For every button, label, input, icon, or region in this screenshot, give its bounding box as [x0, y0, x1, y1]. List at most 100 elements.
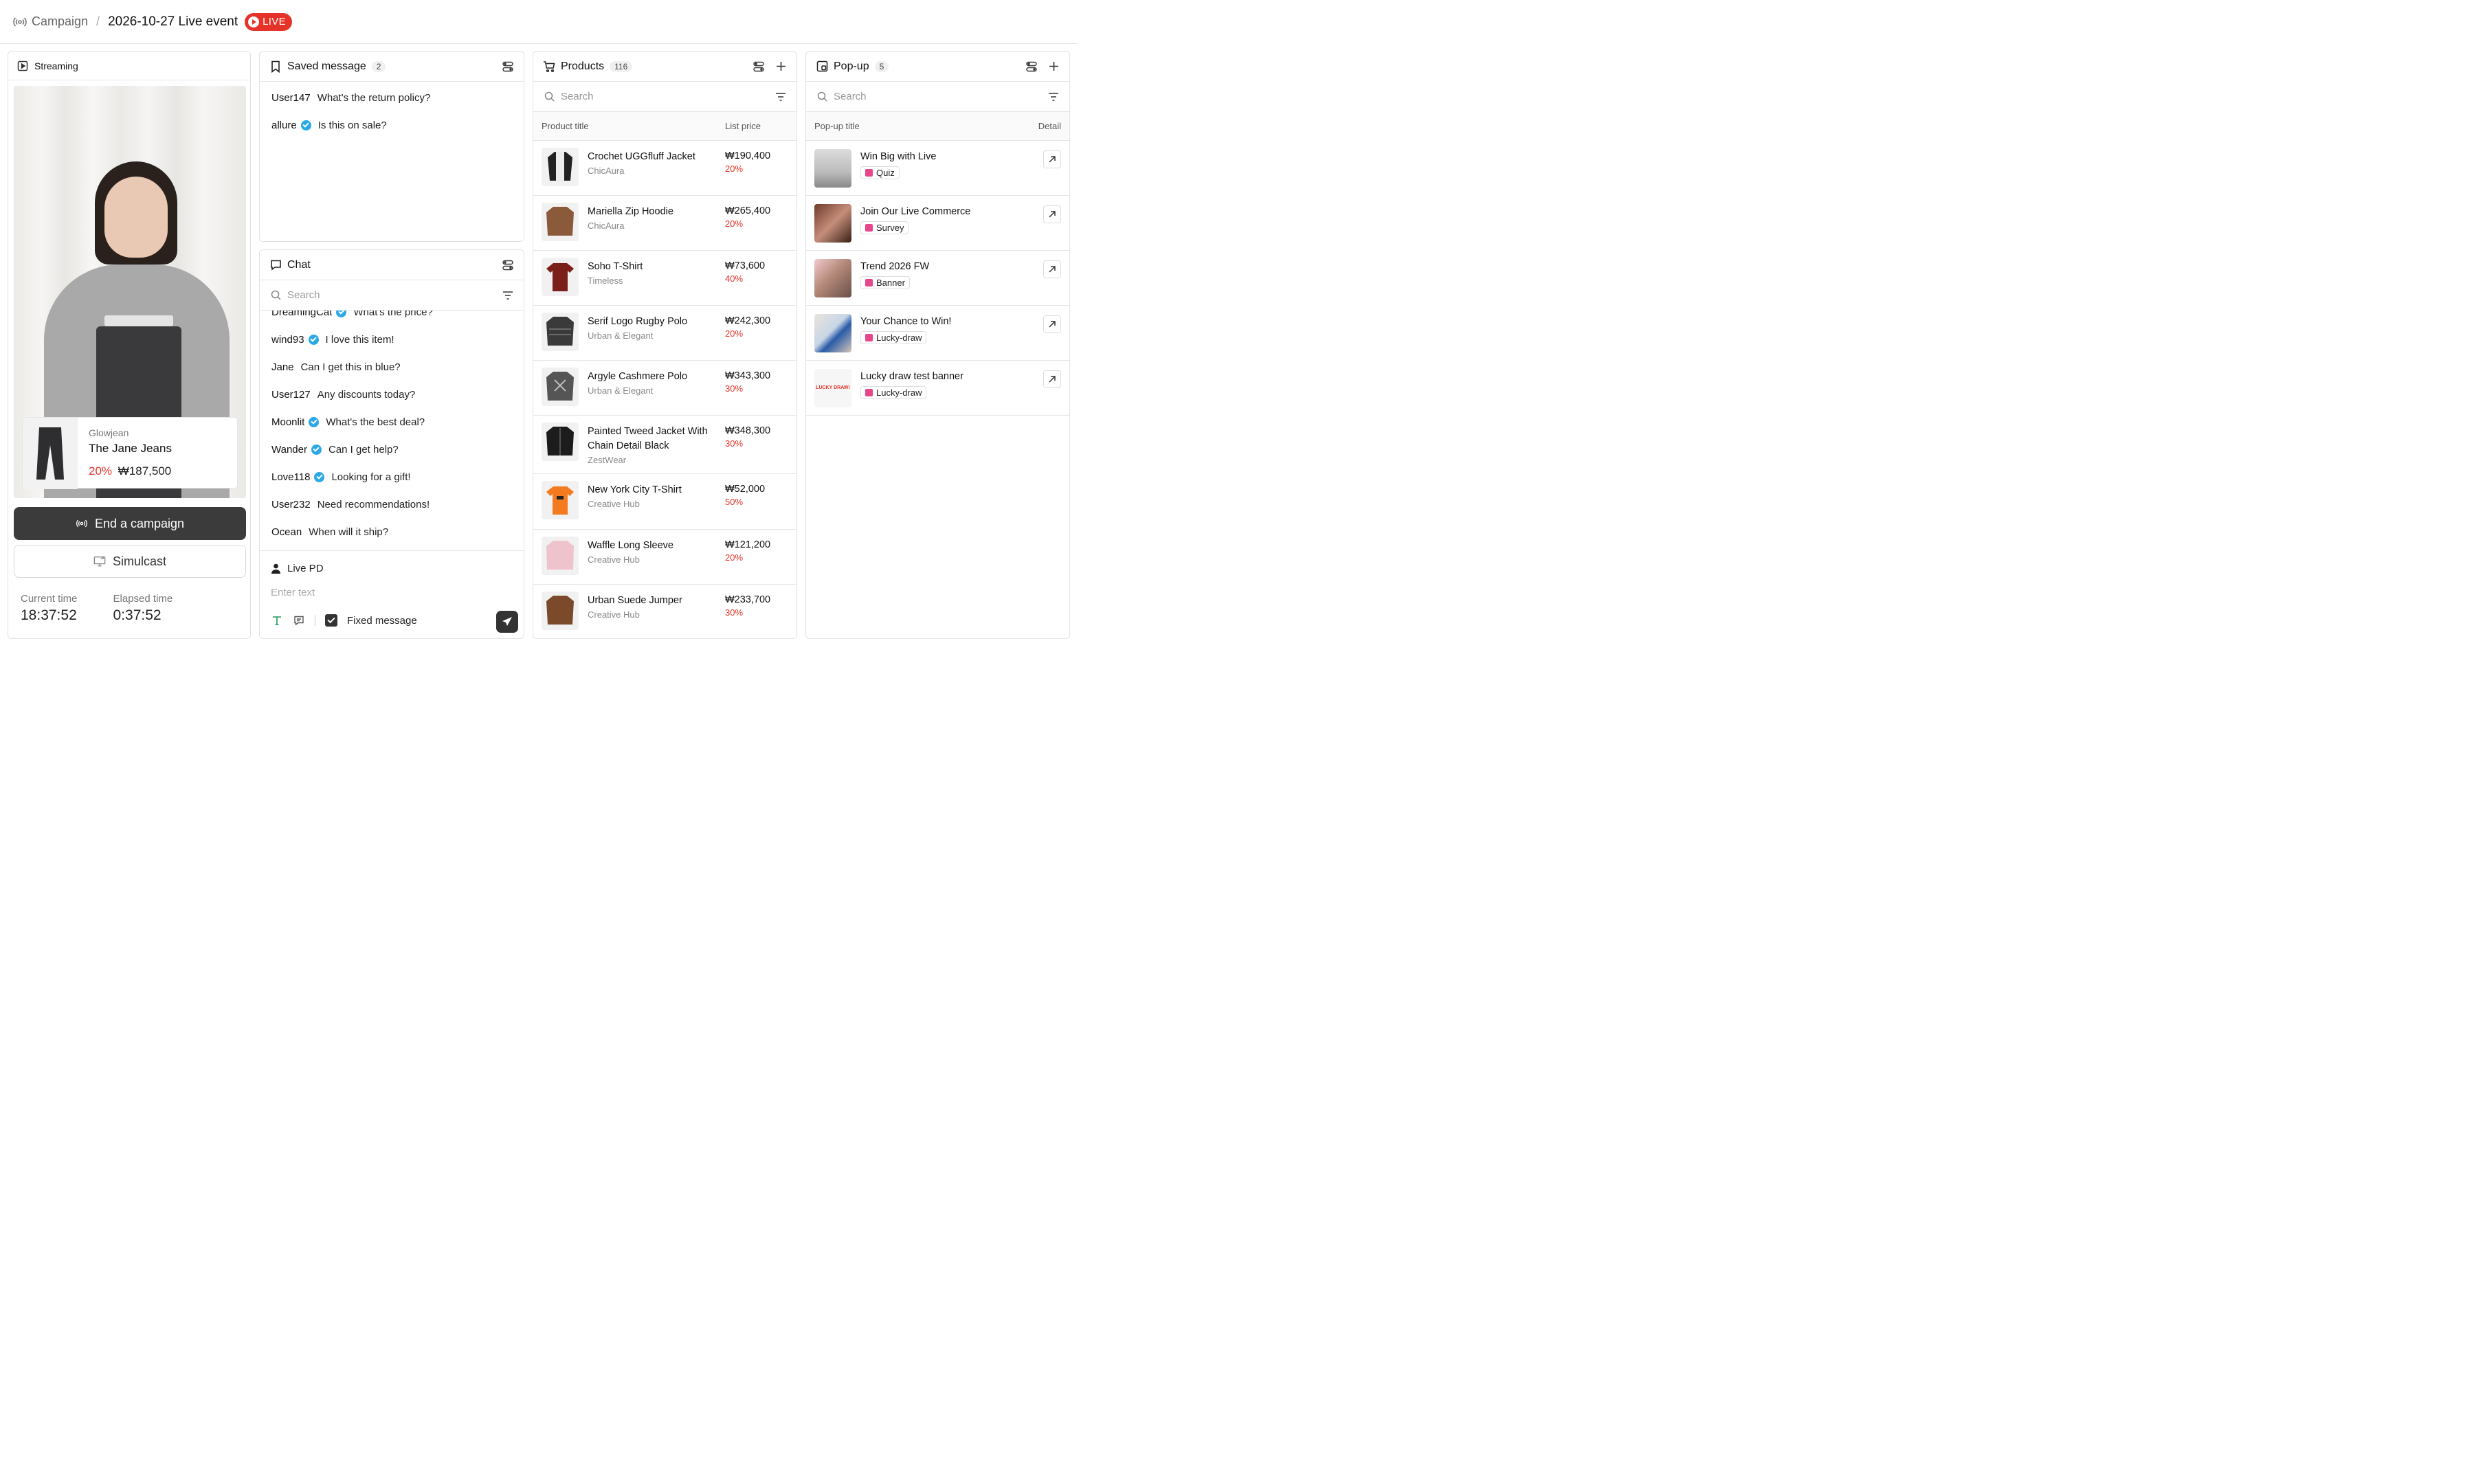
stream-video[interactable]: Glowjean The Jane Jeans 20% ₩187,500	[14, 86, 246, 498]
featured-product-card[interactable]: Glowjean The Jane Jeans 20% ₩187,500	[22, 417, 238, 489]
product-price: ₩343,300	[725, 370, 771, 381]
message-username: DreamingCat	[271, 311, 333, 318]
top-bar: Campaign / 2026-10-27 Live event LIVE	[0, 0, 1078, 44]
dice-icon	[865, 389, 873, 396]
verified-badge-icon	[300, 120, 311, 131]
chat-message[interactable]: Moonlit What's the best deal?	[260, 408, 524, 436]
product-row[interactable]: Serif Logo Rugby Polo Urban & Elegant ₩24…	[533, 306, 796, 361]
chat-message-list[interactable]: DreamingCat What's the price? wind93 I lov…	[260, 311, 524, 550]
search-icon	[543, 91, 555, 103]
popup-row[interactable]: Win Big with Live Quiz	[806, 141, 1069, 196]
products-count: 116	[610, 60, 633, 72]
open-detail-button[interactable]	[1043, 150, 1061, 168]
product-thumbnail	[542, 148, 579, 186]
streaming-title: Streaming	[34, 60, 78, 71]
product-row[interactable]: Waffle Long Sleeve Creative Hub ₩121,200 2…	[533, 530, 796, 585]
saved-message-item[interactable]: User147 What's the return policy?	[260, 84, 524, 111]
layout-toggle-icon[interactable]	[502, 60, 514, 73]
products-search[interactable]: Search	[533, 82, 796, 112]
send-button[interactable]	[496, 611, 518, 633]
popup-row[interactable]: Trend 2026 FW Banner	[806, 251, 1069, 306]
message-username: allure	[271, 119, 297, 131]
product-row[interactable]: Soho T-Shirt Timeless ₩73,600 40%	[533, 251, 796, 306]
quiz-icon	[865, 169, 873, 177]
popup-item-title: Win Big with Live	[860, 151, 937, 162]
chat-message[interactable]: Wander Can I get help?	[260, 436, 524, 463]
product-brand: Urban & Elegant	[588, 385, 654, 396]
open-detail-button[interactable]	[1043, 370, 1061, 388]
chat-message[interactable]: Jane Can I get this in blue?	[260, 353, 524, 381]
product-thumbnail	[542, 258, 579, 296]
product-price: ₩121,200	[725, 539, 771, 550]
sender-name: Live PD	[287, 562, 324, 574]
col-product-title: Product title	[542, 121, 589, 131]
message-template-icon[interactable]	[293, 614, 305, 627]
add-product-icon[interactable]	[774, 60, 787, 73]
layout-toggle-icon[interactable]	[1025, 60, 1038, 73]
product-row[interactable]: Argyle Cashmere Polo Urban & Elegant ₩343…	[533, 361, 796, 416]
saved-message-panel: Saved message 2 User147 What's the retur…	[259, 51, 524, 242]
chat-message[interactable]: DreamingCat What's the price?	[260, 311, 524, 326]
product-row[interactable]: Crochet UGGfluff Jacket ChicAura ₩190,400…	[533, 141, 796, 196]
saved-message-item[interactable]: allure Is this on sale?	[260, 111, 524, 139]
filter-icon[interactable]	[502, 289, 514, 302]
popup-row[interactable]: LUCKY DRAW! Lucky draw test banner Lucky-…	[806, 361, 1069, 416]
banner-icon	[865, 279, 873, 286]
chat-input[interactable]	[271, 584, 504, 600]
chat-message[interactable]: User232 Need recommendations!	[260, 491, 524, 518]
chat-search[interactable]: Search	[260, 280, 524, 311]
popup-type-label: Banner	[876, 278, 905, 288]
open-detail-button[interactable]	[1043, 205, 1061, 223]
simulcast-label: Simulcast	[112, 554, 167, 568]
product-row[interactable]: New York City T-Shirt Creative Hub ₩52,00…	[533, 474, 796, 530]
bookmark-icon	[269, 60, 282, 73]
chat-composer: Live PD Fixed message	[260, 550, 524, 638]
play-icon	[248, 16, 260, 27]
elapsed-time-value: 0:37:52	[113, 607, 161, 623]
saved-message-header: Saved message 2	[260, 52, 524, 82]
product-name: New York City T-Shirt	[588, 484, 682, 495]
popup-search[interactable]: Search	[806, 82, 1069, 112]
layout-toggle-icon[interactable]	[753, 60, 765, 73]
search-icon	[816, 91, 828, 103]
chat-message[interactable]: User127 Any discounts today?	[260, 381, 524, 408]
lucky-draw-logo: LUCKY DRAW!	[816, 385, 850, 390]
end-campaign-button[interactable]: End a campaign	[14, 507, 246, 540]
filter-icon[interactable]	[774, 91, 787, 103]
product-discount: 50%	[725, 497, 744, 507]
cart-icon	[543, 60, 555, 73]
layout-toggle-icon[interactable]	[502, 259, 514, 271]
col-list-price: List price	[725, 121, 761, 131]
breadcrumb-campaign[interactable]: Campaign	[32, 14, 88, 29]
add-popup-icon[interactable]	[1047, 60, 1060, 73]
product-thumbnail	[542, 368, 579, 406]
verified-badge-icon	[336, 311, 347, 317]
open-detail-button[interactable]	[1043, 260, 1061, 278]
simulcast-button[interactable]: Simulcast	[14, 545, 246, 578]
message-user: wind93	[271, 334, 319, 346]
popup-row[interactable]: Join Our Live Commerce Survey	[806, 196, 1069, 251]
product-row[interactable]: Mariella Zip Hoodie ChicAura ₩265,400 20%	[533, 196, 796, 251]
chat-message[interactable]: Love118 Looking for a gift!	[260, 463, 524, 491]
products-header: Products 116	[533, 52, 796, 82]
chat-message[interactable]: wind93 I love this item!	[260, 326, 524, 353]
product-row[interactable]: Urban Suede Jumper Creative Hub ₩233,700 3…	[533, 585, 796, 638]
popup-title: Pop-up	[834, 60, 869, 72]
elapsed-time-label: Elapsed time	[113, 593, 173, 605]
fixed-message-checkbox[interactable]	[325, 614, 337, 627]
product-row[interactable]: Painted Tweed Jacket With Chain Detail B…	[533, 416, 796, 474]
chat-message[interactable]: Ocean When will it ship?	[260, 518, 524, 546]
popup-row[interactable]: Your Chance to Win! Lucky-draw	[806, 306, 1069, 361]
popup-header: Pop-up 5	[806, 52, 1069, 82]
message-user: DreamingCat	[271, 311, 347, 318]
text-format-icon[interactable]	[271, 614, 283, 627]
verified-badge-icon	[308, 334, 319, 345]
popup-thumbnail	[814, 149, 851, 188]
filter-icon[interactable]	[1047, 91, 1060, 103]
product-thumbnail	[542, 203, 579, 241]
sender-identity: Live PD	[269, 562, 324, 574]
product-price: ₩73,600	[725, 260, 766, 271]
product-name: Waffle Long Sleeve	[588, 540, 673, 551]
product-name: Crochet UGGfluff Jacket	[588, 151, 695, 162]
open-detail-button[interactable]	[1043, 315, 1061, 333]
